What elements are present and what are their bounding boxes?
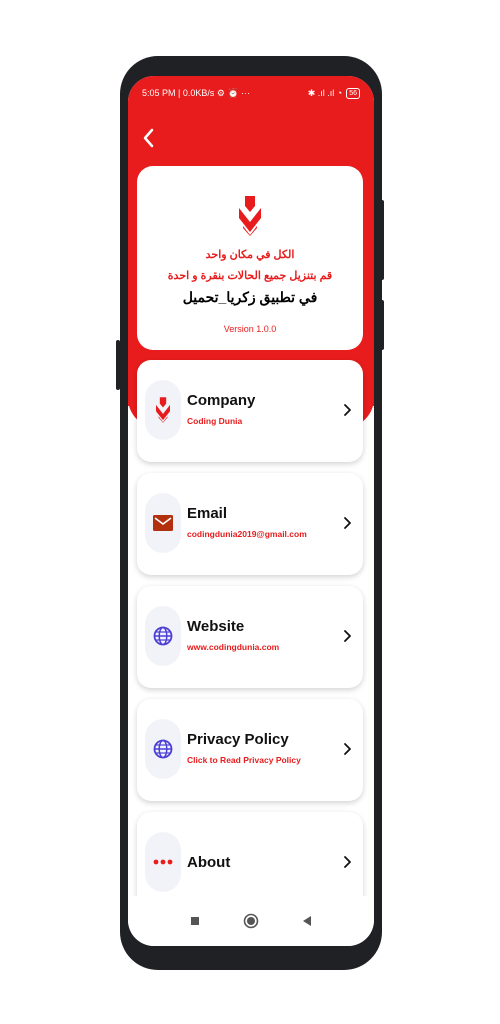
item-title: Company [187,392,256,409]
chevron-right-icon [344,630,351,642]
item-title: Email [187,505,228,522]
chevron-right-icon [344,743,351,755]
more-dots-icon [153,859,173,865]
recents-button[interactable] [187,913,203,929]
icon-badge [145,606,181,666]
back-nav-button[interactable] [299,913,315,929]
square-icon [191,917,199,925]
back-arrow-icon [143,128,154,148]
chevron-right-icon [344,517,351,529]
item-subtitle: www.codingdunia.com [187,642,280,652]
tagline-1: الكل في مكان واحد [205,249,295,261]
triangle-back-icon [303,916,311,926]
list-item-privacy-policy[interactable]: Privacy Policy Click to Read Privacy Pol… [137,699,363,801]
mail-icon [153,515,173,531]
item-title: Privacy Policy [187,731,289,748]
phone-screen: 5:05 PM | 0.0KB/s ⚙ ⏰ ··· ✱ .ıl .ıl ◔ 56… [128,76,374,946]
item-subtitle: Coding Dunia [187,416,243,426]
globe-icon [153,739,173,759]
version-label: Version 1.0.0 [223,324,277,334]
header-card: الكل في مكان واحد قم بتنزيل جميع الحالات… [137,166,363,350]
icon-badge [145,380,181,440]
icon-badge [145,493,181,553]
globe-icon [153,626,173,646]
back-button[interactable] [142,128,160,152]
home-circle-icon [243,913,259,929]
signal-icons: ✱ .ıl .ıl ◔ [307,87,343,98]
status-extras: ⚙ ⏰ ··· [216,87,251,98]
chevron-right-icon [344,856,351,868]
chevron-right-icon [344,404,351,416]
icon-badge [145,719,181,779]
battery-indicator: 56 [346,87,360,99]
status-time: 5:05 PM | 0.0KB/s [142,87,215,98]
item-subtitle: codingdunia2019@gmail.com [187,529,307,539]
home-button[interactable] [243,913,259,929]
icon-badge [145,832,181,892]
list-item-email[interactable]: Email codingdunia2019@gmail.com [137,473,363,575]
brand-logo-icon [239,196,261,236]
tagline-3: في تطبيق زكريا_تحميل [182,289,318,305]
android-nav-bar [128,896,374,946]
volume-button [380,200,384,280]
status-right: ✱ .ıl .ıl ◔ 56 [307,87,360,99]
status-bar: 5:05 PM | 0.0KB/s ⚙ ⏰ ··· ✱ .ıl .ıl ◔ 56 [142,86,360,100]
item-title: Website [187,618,245,635]
tagline-2: قم بتنزيل جميع الحالات بنقرة و احدة [167,270,333,282]
status-left: 5:05 PM | 0.0KB/s ⚙ ⏰ ··· [142,88,250,99]
side-button [116,340,120,390]
list-item-company[interactable]: Company Coding Dunia [137,360,363,462]
item-subtitle: Click to Read Privacy Policy [187,755,301,765]
list-item-website[interactable]: Website www.codingdunia.com [137,586,363,688]
brand-logo-icon [156,397,170,423]
item-title: About [187,854,231,871]
power-button [380,300,384,350]
